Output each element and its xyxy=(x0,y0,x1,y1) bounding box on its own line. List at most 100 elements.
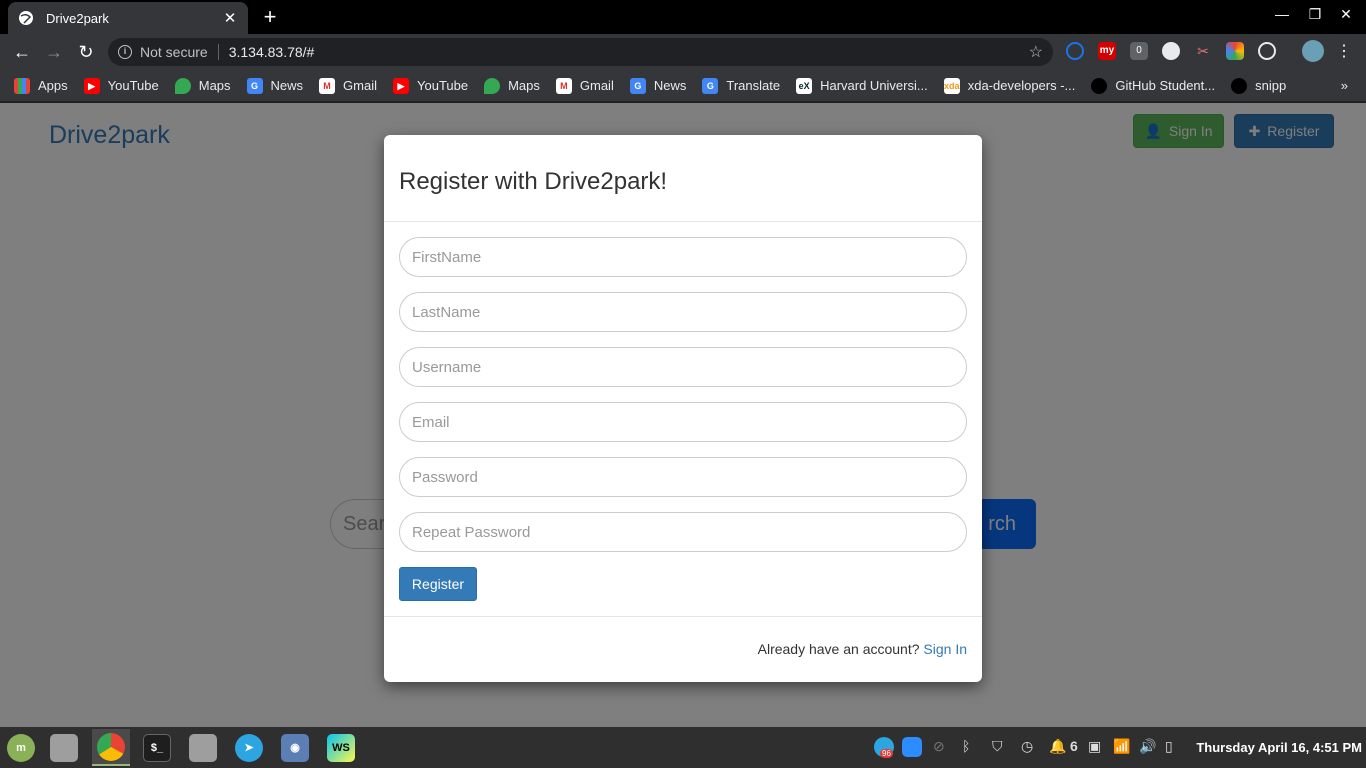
bookmark-label: YouTube xyxy=(107,78,159,93)
edx-icon: eX xyxy=(796,77,813,94)
notification-count: 6 xyxy=(1070,738,1078,754)
extension-tools-icon[interactable]: ✂ xyxy=(1194,42,1212,60)
bookmark-label: News xyxy=(653,78,687,93)
bookmark-youtube[interactable]: ▶ YouTube xyxy=(393,77,469,94)
bookmark-harvard[interactable]: eX Harvard Universi... xyxy=(796,77,928,94)
bookmark-label: GitHub Student... xyxy=(1115,78,1216,93)
battery-icon[interactable]: ▯ xyxy=(1165,738,1173,755)
shield-icon[interactable]: ⛉ xyxy=(992,738,1003,755)
bookmark-youtube[interactable]: ▶ YouTube xyxy=(83,77,159,94)
chrome-icon[interactable] xyxy=(92,729,130,766)
bookmark-apps[interactable]: Apps xyxy=(14,77,68,94)
extension-color-icon[interactable] xyxy=(1226,42,1244,60)
reload-icon[interactable]: ↻ xyxy=(74,40,98,64)
apps-grid-icon xyxy=(14,77,30,94)
browser-toolbar: ← → ↻ i Not secure 3.134.83.78/# ☆ my 0 … xyxy=(0,34,1366,70)
extension-my-icon[interactable]: my xyxy=(1098,42,1116,60)
news-icon: G xyxy=(629,77,646,94)
bookmark-label: snipp xyxy=(1255,78,1287,93)
menu-icon[interactable]: ⋮ xyxy=(1332,40,1356,64)
bookmark-maps[interactable]: Maps xyxy=(484,77,540,94)
bookmark-github-student[interactable]: GitHub Student... xyxy=(1091,77,1216,94)
minimize-icon[interactable]: — xyxy=(1272,6,1292,22)
sign-in-link[interactable]: Sign In xyxy=(923,641,967,657)
news-icon: G xyxy=(246,77,263,94)
page-content: Drive2park 👤 Sign In ✚ Register Sear rch… xyxy=(0,103,1366,727)
bookmarks-bar: Apps ▶ YouTube Maps G News M Gmail ▶ YouTube… xyxy=(0,70,1366,102)
bookmark-gmail[interactable]: M Gmail xyxy=(319,77,377,94)
bluetooth-icon[interactable]: ᛒ xyxy=(962,738,970,754)
blocked-icon[interactable]: ⊘ xyxy=(933,738,945,755)
url-text[interactable]: 3.134.83.78/# xyxy=(229,44,315,60)
bookmark-label: Translate xyxy=(726,78,781,93)
telegram-badge: 96 xyxy=(880,749,893,758)
bookmark-label: xda-developers -... xyxy=(967,78,1076,93)
lastname-field[interactable]: LastName xyxy=(399,292,967,332)
telegram-icon[interactable]: ➤ xyxy=(230,729,268,766)
tab-title: Drive2park xyxy=(46,10,109,26)
password-field[interactable]: Password xyxy=(399,457,967,497)
tab-strip: Drive2park ✕ + — ❐ ✕ xyxy=(0,0,1366,34)
close-window-icon[interactable]: ✕ xyxy=(1336,6,1356,23)
browser-tab[interactable]: Drive2park ✕ xyxy=(8,2,248,34)
close-tab-icon[interactable]: ✕ xyxy=(222,9,238,27)
volume-icon[interactable]: 🔊 xyxy=(1139,738,1156,755)
extension-circle-icon[interactable] xyxy=(1066,42,1084,60)
bookmark-maps[interactable]: Maps xyxy=(174,77,231,94)
clock[interactable]: Thursday April 16, 4:51 PM xyxy=(1196,740,1362,755)
extension-disc-icon[interactable] xyxy=(1162,42,1180,60)
bookmark-news[interactable]: G News xyxy=(629,77,687,94)
bookmark-label: News xyxy=(270,78,304,93)
mint-menu-icon[interactable]: m xyxy=(2,729,40,766)
field-placeholder: LastName xyxy=(412,303,481,321)
bookmark-label: YouTube xyxy=(417,78,469,93)
modal-title: Register with Drive2park! xyxy=(399,168,668,195)
bookmark-news[interactable]: G News xyxy=(246,77,304,94)
extension-target-icon[interactable] xyxy=(1258,42,1276,60)
more-bookmarks-icon[interactable]: » xyxy=(1341,78,1348,93)
email-field[interactable]: Email xyxy=(399,402,967,442)
update-icon[interactable]: ◷ xyxy=(1021,738,1033,755)
youtube-icon: ▶ xyxy=(83,77,100,94)
bookmark-label: Gmail xyxy=(343,78,377,93)
address-bar[interactable]: i Not secure 3.134.83.78/# ☆ xyxy=(108,38,1053,66)
clipboard-icon[interactable]: ▣ xyxy=(1088,738,1101,755)
notifications-icon[interactable]: 🔔 xyxy=(1049,738,1066,755)
footer-text: Already have an account? xyxy=(757,641,920,657)
new-tab-button[interactable]: + xyxy=(258,5,282,29)
extension-counter-icon[interactable]: 0 xyxy=(1130,42,1148,60)
profile-avatar[interactable] xyxy=(1302,40,1324,62)
github-icon xyxy=(1231,77,1248,94)
github-icon xyxy=(1091,77,1108,94)
bookmark-xda[interactable]: xda xda-developers -... xyxy=(943,77,1076,94)
field-placeholder: Password xyxy=(412,468,478,486)
forward-icon[interactable]: → xyxy=(42,40,66,64)
field-placeholder: Email xyxy=(412,413,450,431)
bookmark-gmail[interactable]: M Gmail xyxy=(555,77,614,94)
register-submit-button[interactable]: Register xyxy=(399,567,477,601)
firstname-field[interactable]: FirstName xyxy=(399,237,967,277)
terminal-icon[interactable]: $_ xyxy=(138,729,176,766)
gmail-icon: M xyxy=(555,77,572,94)
repeat-password-field[interactable]: Repeat Password xyxy=(399,512,967,552)
bookmark-label: Maps xyxy=(198,78,231,93)
info-icon[interactable]: i xyxy=(118,45,132,59)
register-modal: Register with Drive2park! FirstName Last… xyxy=(384,135,982,682)
maps-icon xyxy=(174,77,191,94)
modal-footer: Already have an account? Sign In xyxy=(384,616,982,682)
zoom-icon[interactable] xyxy=(902,737,922,757)
divider xyxy=(217,44,219,60)
field-placeholder: Repeat Password xyxy=(412,523,531,541)
files-icon[interactable] xyxy=(184,729,222,766)
show-desktop-icon[interactable] xyxy=(45,729,83,766)
username-field[interactable]: Username xyxy=(399,347,967,387)
webstorm-icon[interactable]: WS xyxy=(322,729,360,766)
back-icon[interactable]: ← xyxy=(10,40,34,64)
bookmark-snipp[interactable]: snipp xyxy=(1231,77,1287,94)
restore-icon[interactable]: ❐ xyxy=(1305,6,1325,23)
wifi-icon[interactable]: 📶 xyxy=(1113,738,1130,755)
screenshot-icon[interactable]: ◉ xyxy=(276,729,314,766)
bookmark-translate[interactable]: G Translate xyxy=(702,77,781,94)
bookmark-star-icon[interactable]: ☆ xyxy=(1029,42,1043,62)
bookmark-label: Apps xyxy=(38,78,68,93)
